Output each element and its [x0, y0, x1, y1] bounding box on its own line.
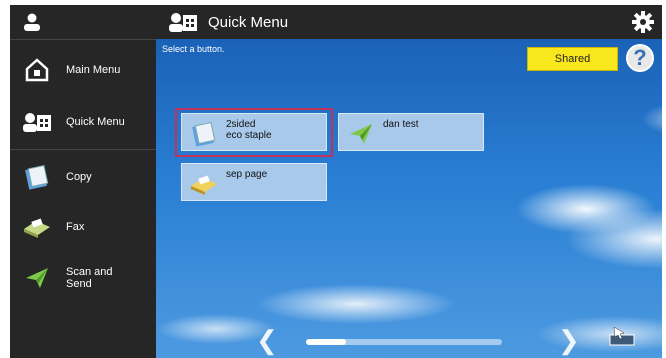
quick-button-dan-test[interactable]: dan test [338, 113, 484, 151]
sidebar: Main Menu Quick Menu Copy Fax Scan and S… [10, 5, 156, 358]
scroll-left-arrow[interactable]: ❮ [256, 327, 278, 353]
sidebar-divider [10, 149, 156, 150]
quick-menu-icon [169, 13, 197, 32]
quick-button-label: dan test [383, 119, 419, 130]
sidebar-item-label: Copy [66, 171, 92, 183]
send-icon [345, 119, 377, 149]
switch-screen-icon[interactable] [608, 325, 638, 347]
sidebar-item-copy[interactable]: Copy [10, 152, 156, 202]
quick-button-2sided-eco-staple[interactable]: 2sided eco staple [181, 113, 327, 151]
page-scrollbar[interactable] [306, 339, 502, 345]
sidebar-item-label: Main Menu [66, 64, 121, 76]
sidebar-item-main-menu[interactable]: Main Menu [10, 45, 156, 95]
quick-button-label: 2sided eco staple [226, 119, 272, 141]
copy-icon [188, 119, 220, 149]
gear-icon[interactable] [632, 11, 654, 33]
header-bar: Quick Menu [156, 5, 662, 39]
fax-icon [188, 169, 220, 199]
quick-button-sep-page[interactable]: sep page [181, 163, 327, 201]
home-icon [20, 55, 54, 85]
sidebar-item-label: Fax [66, 221, 85, 233]
instruction-text: Select a button. [162, 44, 225, 54]
user-area[interactable] [10, 5, 156, 40]
device-screen: Main Menu Quick Menu Copy Fax Scan and S… [10, 5, 662, 358]
scrollbar-thumb[interactable] [306, 339, 346, 345]
page-title: Quick Menu [208, 13, 289, 31]
sidebar-item-quick-menu[interactable]: Quick Menu [10, 97, 156, 147]
send-icon [20, 263, 54, 293]
sidebar-item-label: Scan and Send [66, 266, 113, 290]
quick-menu-icon [20, 107, 54, 137]
scroll-right-arrow[interactable]: ❯ [558, 327, 580, 353]
quick-button-label: sep page [226, 169, 268, 180]
copy-icon [20, 162, 54, 192]
sidebar-item-scan-and-send[interactable]: Scan and Send [10, 253, 156, 303]
shared-button[interactable]: Shared [527, 47, 618, 71]
sidebar-item-fax[interactable]: Fax [10, 202, 156, 252]
quick-menu-area: Select a button. Shared ? 2sided eco sta… [156, 39, 662, 358]
fax-icon [20, 212, 54, 242]
sidebar-item-label: Quick Menu [66, 116, 125, 128]
help-button[interactable]: ? [626, 44, 654, 72]
user-icon [24, 13, 40, 31]
